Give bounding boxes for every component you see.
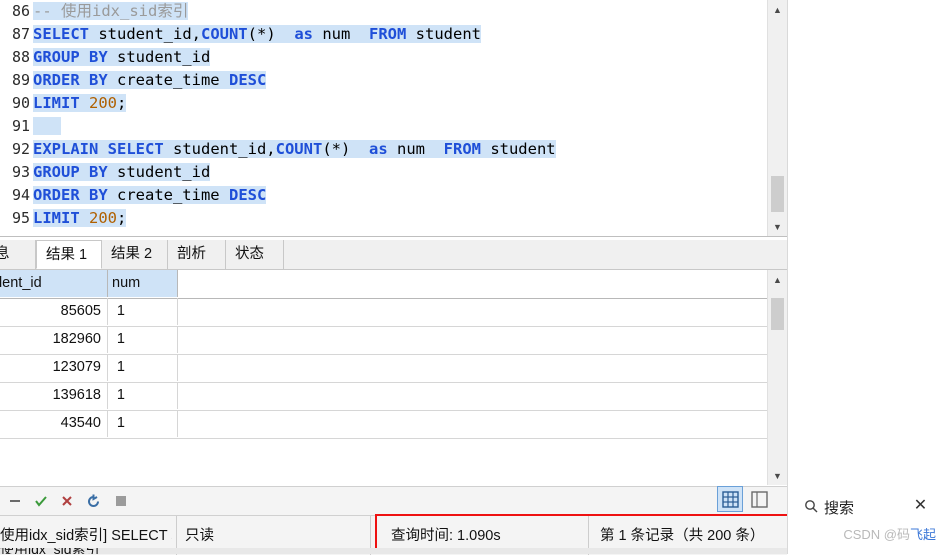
code-line: ORDER BY create_time DESC [33, 184, 768, 207]
result-grid-header: tudent_id num [0, 270, 768, 299]
cell-student-id[interactable]: 123079 [0, 354, 108, 381]
scrollbar-thumb[interactable] [771, 176, 784, 212]
code-line-text: GROUP BY student_id [33, 163, 211, 181]
result-grid[interactable]: tudent_id num 85605 1 182960 1 123079 1 … [0, 270, 787, 485]
grid-vertical-scrollbar[interactable]: ▲ ▼ [767, 270, 787, 485]
code-line: EXPLAIN SELECT student_id,COUNT(*) as nu… [33, 138, 768, 161]
code-line-text [33, 117, 61, 135]
refresh-icon[interactable] [83, 491, 103, 511]
minus-icon[interactable] [5, 491, 25, 511]
status-record-info: 第 1 条记录（共 200 条） [600, 528, 765, 544]
watermark: CSDN @码飞起 [843, 524, 936, 543]
code-line: ORDER BY create_time DESC [33, 69, 768, 92]
line-number: 93 [11, 163, 30, 181]
right-side-panel: 搜索 ✕ CSDN @码飞起 [787, 0, 939, 554]
code-line-text: ORDER BY create_time DESC [33, 186, 267, 204]
line-number: 92 [11, 140, 30, 158]
line-number: 90 [11, 94, 30, 112]
watermark-suffix: 飞起 [909, 527, 936, 542]
tab-result-2[interactable]: 结果 2 [102, 240, 168, 269]
status-sql-text: 使用idx_sid索引] SELECT student [0, 528, 172, 544]
cell-student-id[interactable]: 85605 [0, 298, 108, 325]
tab-result-1[interactable]: 结果 1 [36, 240, 102, 269]
watermark-prefix: CSDN @码 [843, 527, 910, 542]
code-line: GROUP BY student_id [33, 161, 768, 184]
line-number: 86 [11, 2, 30, 20]
cell-num[interactable]: 1 [108, 382, 178, 409]
scroll-up-arrow-icon[interactable]: ▲ [768, 0, 787, 19]
check-icon[interactable] [31, 491, 51, 511]
tab-profile[interactable]: 剖析 [168, 240, 226, 269]
cell-student-id[interactable]: 139618 [0, 382, 108, 409]
grid-scroll-up-arrow-icon[interactable]: ▲ [768, 270, 787, 289]
line-number: 88 [11, 48, 30, 66]
code-line-text: ORDER BY create_time DESC [33, 71, 267, 89]
search-label: 搜索 [824, 500, 855, 517]
status-readonly: 只读 [185, 528, 214, 544]
table-row[interactable]: 139618 1 [0, 382, 768, 411]
code-line: LIMIT 200; [33, 92, 768, 115]
code-line-text: GROUP BY student_id [33, 48, 211, 66]
line-number: 89 [11, 71, 30, 89]
cell-student-id[interactable]: 182960 [0, 326, 108, 353]
scroll-down-arrow-icon[interactable]: ▼ [768, 217, 787, 236]
line-number: 91 [11, 117, 30, 135]
code-line-text: LIMIT 200; [33, 209, 127, 227]
code-line: LIMIT 200; [33, 207, 768, 230]
editor-line-number-gutter: 86 87 88 89 90 91 92 93 94 95 [0, 0, 33, 236]
code-line: SELECT student_id,COUNT(*) as num FROM s… [33, 23, 768, 46]
code-line-text: EXPLAIN SELECT student_id,COUNT(*) as nu… [33, 140, 556, 158]
tab-status[interactable]: 状态 [226, 240, 284, 269]
close-icon[interactable]: ✕ [913, 498, 928, 514]
editor-code-area[interactable]: -- 使用idx_sid索引 SELECT student_id,COUNT(*… [33, 0, 768, 236]
table-row[interactable]: 182960 1 [0, 326, 768, 355]
column-header-student-id[interactable]: tudent_id [0, 270, 108, 297]
code-line-text: -- 使用idx_sid索引 [33, 2, 189, 20]
status-query-time: 查询时间: 1.090s [391, 528, 501, 544]
search-bar[interactable]: 搜索 ✕ [788, 486, 939, 526]
code-line: GROUP BY student_id [33, 46, 768, 69]
search-icon [804, 499, 818, 513]
cell-num[interactable]: 1 [108, 354, 178, 381]
grid-scrollbar-thumb[interactable] [771, 298, 784, 330]
cell-num[interactable]: 1 [108, 410, 178, 437]
cell-num[interactable]: 1 [108, 326, 178, 353]
tab-info[interactable]: 息 [0, 240, 36, 269]
view-mode-buttons[interactable] [717, 486, 772, 514]
sql-editor[interactable]: 86 87 88 89 90 91 92 93 94 95 -- 使用idx_s… [0, 0, 787, 237]
cross-icon[interactable] [57, 491, 77, 511]
code-line-text: LIMIT 200; [33, 94, 127, 112]
column-header-num[interactable]: num [108, 270, 178, 297]
cell-num[interactable]: 1 [108, 298, 178, 325]
code-line-text: SELECT student_id,COUNT(*) as num FROM s… [33, 25, 481, 43]
table-row[interactable]: 123079 1 [0, 354, 768, 383]
code-line [33, 115, 768, 138]
table-row[interactable]: 85605 1 [0, 298, 768, 327]
line-number: 87 [11, 25, 30, 43]
editor-vertical-scrollbar[interactable]: ▲ ▼ [767, 0, 787, 236]
table-row[interactable]: 43540 1 [0, 410, 768, 439]
bottom-strip-text: 使用idx_sid索引 [0, 548, 100, 554]
line-number: 94 [11, 186, 30, 204]
result-tab-bar[interactable]: 息 结果 1 结果 2 剖析 状态 [0, 240, 787, 270]
line-number: 95 [11, 209, 30, 227]
grid-scroll-down-arrow-icon[interactable]: ▼ [768, 466, 787, 485]
form-view-icon[interactable] [746, 486, 772, 512]
bottom-partial-strip: 使用idx_sid索引 [0, 548, 787, 554]
code-line: -- 使用idx_sid索引 [33, 0, 768, 23]
stop-icon[interactable] [111, 491, 131, 511]
record-toolbar[interactable] [0, 486, 787, 515]
cell-student-id[interactable]: 43540 [0, 410, 108, 437]
grid-view-icon[interactable] [717, 486, 743, 512]
